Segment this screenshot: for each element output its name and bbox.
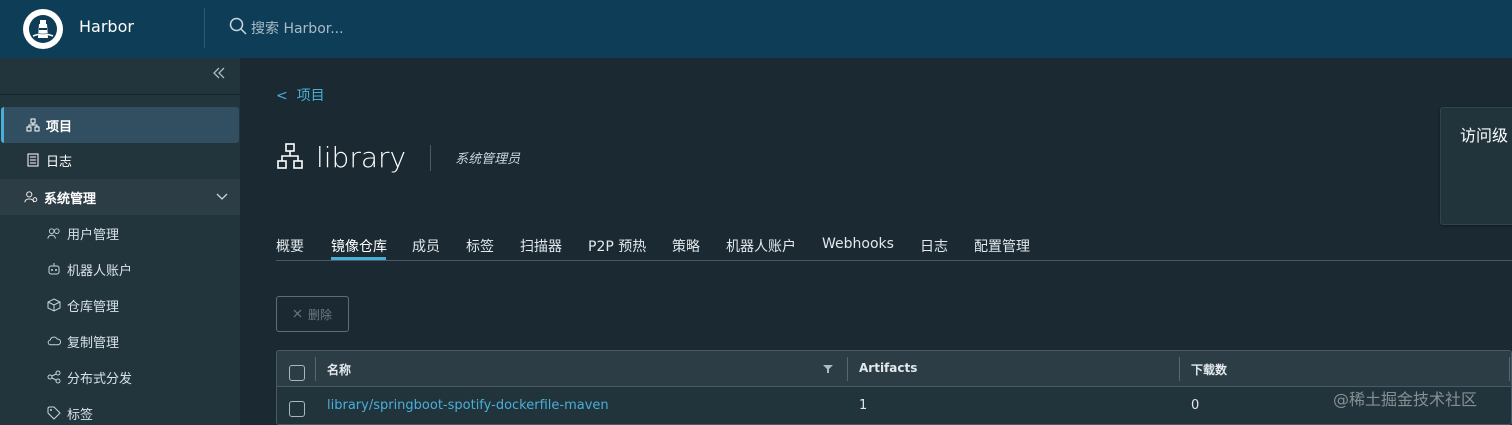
sidebar-item-label: 系统管理 <box>44 191 97 207</box>
column-header-name[interactable]: 名称 <box>327 361 351 378</box>
sidebar-item-label: 机器人账户 <box>67 263 133 279</box>
tab-p2p-preheat[interactable]: P2P 预热 <box>588 236 646 256</box>
role-label: 系统管理员 <box>455 152 521 167</box>
sidebar-item-administration[interactable]: 系统管理 <box>0 179 240 215</box>
breadcrumb-link-projects[interactable]: 项目 <box>297 88 325 104</box>
sidebar-item-label: 仓库管理 <box>67 299 120 315</box>
cloud-icon <box>47 334 61 348</box>
sidebar-item-label: 日志 <box>46 154 73 170</box>
tab-policy[interactable]: 策略 <box>672 236 700 256</box>
sidebar-item-replications[interactable]: 复制管理 <box>0 323 240 359</box>
main-content: < 项目 library 系统管理员 访问级 概要 镜像仓库 成员 标签 扫描器… <box>240 58 1512 425</box>
brand-name[interactable]: Harbor <box>79 17 134 36</box>
admin-user-icon <box>24 190 38 204</box>
sidebar-item-logs[interactable]: 日志 <box>0 142 240 178</box>
chevron-left-icon: < <box>276 88 288 104</box>
project-tabs: 概要 镜像仓库 成员 标签 扫描器 P2P 预热 策略 机器人账户 Webhoo… <box>276 228 1512 261</box>
column-header-downloads[interactable]: 下载数 <box>1191 361 1227 378</box>
global-search[interactable]: 搜索 Harbor... <box>229 17 344 39</box>
column-divider <box>315 357 316 381</box>
app-header: Harbor 搜索 Harbor... <box>0 0 1512 58</box>
download-count: 0 <box>1191 398 1200 413</box>
tab-logs[interactable]: 日志 <box>920 236 948 256</box>
artifacts-count: 1 <box>859 398 868 413</box>
log-icon <box>26 153 40 167</box>
share-icon <box>47 370 61 384</box>
breadcrumb[interactable]: < 项目 <box>276 85 325 105</box>
header-divider <box>204 8 205 48</box>
users-icon <box>47 226 61 240</box>
watermark: @稀土掘金技术社区 <box>1333 390 1478 409</box>
column-divider <box>1179 357 1180 381</box>
column-divider <box>1509 357 1510 381</box>
title-divider <box>430 144 432 171</box>
sidebar-item-label: 项目 <box>46 119 73 135</box>
table-header: 名称 Artifacts 下载数 <box>277 351 1511 387</box>
tab-repositories[interactable]: 镜像仓库 <box>331 236 387 256</box>
tab-webhooks[interactable]: Webhooks <box>822 236 894 252</box>
delete-button-label: 删除 <box>307 307 332 322</box>
active-tab-indicator <box>331 257 386 260</box>
projects-icon <box>26 118 40 132</box>
tab-configuration[interactable]: 配置管理 <box>974 236 1030 256</box>
access-level-label: 访问级 <box>1460 126 1509 145</box>
sidebar-item-distributions[interactable]: 分布式分发 <box>0 359 240 395</box>
tab-members[interactable]: 成员 <box>412 236 440 256</box>
project-title-row: library 系统管理员 <box>276 141 520 174</box>
tab-labels[interactable]: 标签 <box>466 236 494 256</box>
column-divider <box>847 357 848 381</box>
column-header-artifacts[interactable]: Artifacts <box>859 361 917 375</box>
sidebar-item-labels[interactable]: 标签 <box>0 395 240 425</box>
sidebar-divider <box>0 94 240 95</box>
harbor-logo-icon[interactable] <box>23 9 63 49</box>
tab-scanner[interactable]: 扫描器 <box>520 236 562 256</box>
robot-icon <box>47 262 61 276</box>
project-icon <box>276 142 304 174</box>
repositories-table: 名称 Artifacts 下载数 library/springboot-spot… <box>276 350 1512 425</box>
tab-summary[interactable]: 概要 <box>276 236 304 256</box>
tag-icon <box>47 406 61 420</box>
sidebar-item-label: 用户管理 <box>67 227 120 243</box>
tab-robot-accounts[interactable]: 机器人账户 <box>726 236 796 256</box>
sidebar-item-projects[interactable]: 项目 <box>1 107 239 143</box>
sidebar-item-label: 标签 <box>67 407 94 423</box>
repository-name-link[interactable]: library/springboot-spotify-dockerfile-ma… <box>327 398 609 413</box>
sidebar-item-users[interactable]: 用户管理 <box>0 215 240 251</box>
table-row: library/springboot-spotify-dockerfile-ma… <box>277 387 1511 424</box>
page-title: library <box>316 141 407 174</box>
collapse-sidebar-icon[interactable] <box>212 66 228 82</box>
sidebar: 项目 日志 系统管理 用户管理 机器人账户 仓库管理 复制管理 分布式分发 标签 <box>0 58 240 425</box>
chevron-down-icon[interactable] <box>216 190 228 206</box>
delete-button[interactable]: 删除 <box>276 296 349 332</box>
sidebar-item-label: 分布式分发 <box>67 371 133 387</box>
access-level-card: 访问级 <box>1440 107 1512 225</box>
cube-icon <box>47 298 61 312</box>
sidebar-item-robot-accounts[interactable]: 机器人账户 <box>0 251 240 287</box>
search-input[interactable]: 搜索 Harbor... <box>251 18 344 38</box>
close-icon <box>293 307 302 321</box>
sidebar-item-label: 复制管理 <box>67 335 120 351</box>
sidebar-item-registries[interactable]: 仓库管理 <box>0 287 240 323</box>
filter-icon[interactable] <box>823 364 833 377</box>
search-icon <box>229 17 247 39</box>
select-all-checkbox[interactable] <box>289 365 305 381</box>
row-checkbox[interactable] <box>289 401 305 417</box>
